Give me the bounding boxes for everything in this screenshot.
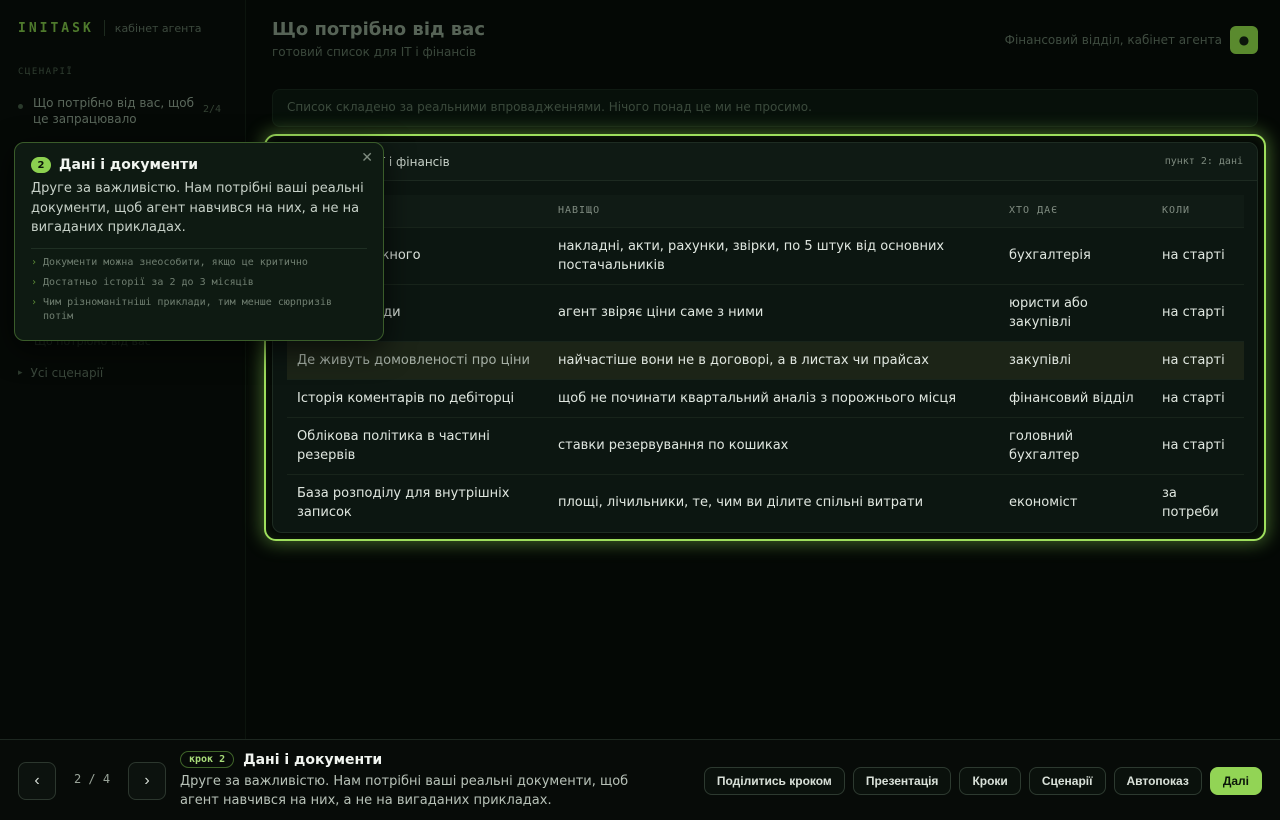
brand-divider xyxy=(103,20,105,36)
header-context-label: Фінансовий відділ, кабінет агента xyxy=(1004,33,1222,47)
tip-text: Достатньо історії за 2 до 3 місяців xyxy=(43,276,254,288)
step-info: крок 2 Дані і документи Друге за важливі… xyxy=(180,751,630,810)
tooltip-header: 2 Дані і документи xyxy=(31,157,367,173)
cell-why: щоб не починати квартальний аналіз з пор… xyxy=(548,378,999,417)
cell-who: закупівлі xyxy=(999,340,1152,379)
column-header-when: КОЛИ xyxy=(1152,195,1244,227)
next-button[interactable]: Далі xyxy=(1209,767,1262,795)
tour-bottom-bar: ‹ 2 / 4 › крок 2 Дані і документи Друге … xyxy=(0,739,1280,820)
table-row: одаткові угоди агент звіряє ціни саме з … xyxy=(287,283,1244,341)
autoplay-button[interactable]: Автопоказ xyxy=(1113,767,1202,795)
sidebar-section-label: СЦЕНАРІЇ xyxy=(18,67,74,77)
steps-button[interactable]: Кроки xyxy=(959,767,1021,795)
page-subtitle: готовий список для IT і фінансів xyxy=(272,45,477,59)
tooltip-title: Дані і документи xyxy=(59,157,199,173)
card-header: для вашого IT і фінансів пункт 2: дані xyxy=(273,143,1257,181)
cell-why: накладні, акти, рахунки, звірки, по 5 шт… xyxy=(548,226,999,284)
presentation-button[interactable]: Презентація xyxy=(852,767,952,795)
sidebar: INITASK кабінет агента СЦЕНАРІЇ Що потрі… xyxy=(0,0,246,740)
chevron-right-icon: › xyxy=(31,256,38,268)
chevron-right-icon: › xyxy=(144,772,150,789)
cell-when: за потреби xyxy=(1152,473,1244,531)
table-row: База розподілу для внутрішніх записок пл… xyxy=(287,473,1244,531)
bullet-icon xyxy=(18,104,23,109)
cell-why: агент звіряє ціни саме з ними xyxy=(548,283,999,341)
next-step-arrow-button[interactable]: › xyxy=(128,762,166,800)
cell-when: на старті xyxy=(1152,340,1244,379)
cell-who: економіст xyxy=(999,473,1152,531)
cell-why: площі, лічильники, те, чим ви ділите спі… xyxy=(548,473,999,531)
table-header-row: НАВІЩО ХТО ДАЄ КОЛИ xyxy=(287,195,1244,227)
sidebar-item-scenario[interactable]: Що потрібно від вас, щоб це запрацювало … xyxy=(18,95,232,127)
tooltip-tips-list: › Документи можна знеособити, якщо це кр… xyxy=(31,256,367,324)
table-row-highlighted: Де живуть домовленості про ціни найчасті… xyxy=(287,340,1244,379)
cell-why: ставки резервування по кошиках xyxy=(548,416,999,474)
brand: INITASK кабінет агента xyxy=(18,20,202,36)
page-title: Що потрібно від вас xyxy=(272,19,485,40)
cell-why: найчастіше вони не в договорі, а в листа… xyxy=(548,340,999,379)
info-notice: Список складено за реальними впровадженн… xyxy=(272,89,1258,127)
cell-who: бухгалтерія xyxy=(999,226,1152,284)
cell-who: юристи або закупівлі xyxy=(999,283,1152,341)
cell-item: Облікова політика в частині резервів xyxy=(287,416,548,474)
chevron-right-icon: ▸ xyxy=(18,368,23,378)
list-item: › Чим різноманітніші приклади, тим менше… xyxy=(31,296,367,324)
chevron-left-icon: ‹ xyxy=(34,772,40,789)
sidebar-all-scenarios-label: Усі сценарії xyxy=(30,366,104,380)
cell-item: Історія коментарів по дебіторці xyxy=(287,378,548,417)
tooltip-body: Друге за важливістю. Нам потрібні ваші р… xyxy=(31,181,364,235)
sidebar-all-scenarios[interactable]: ▸ Усі сценарії xyxy=(18,366,103,380)
chevron-right-icon: › xyxy=(31,276,38,288)
cell-item: Де живуть домовленості про ціни xyxy=(287,340,548,379)
list-item: › Достатньо історії за 2 до 3 місяців xyxy=(31,276,367,290)
column-header-why: НАВІЩО xyxy=(548,195,999,227)
cell-who: фінансовий відділ xyxy=(999,378,1152,417)
sidebar-item-count: 2/4 xyxy=(203,104,222,115)
table-row: Облікова політика в частині резервів ста… xyxy=(287,416,1244,474)
cell-who: головний бухгалтер xyxy=(999,416,1152,474)
cell-when: на старті xyxy=(1152,416,1244,474)
step-tooltip: 2 Дані і документи ✕ Друге за важливістю… xyxy=(14,142,384,341)
header-context-area: Фінансовий відділ, кабінет агента ● xyxy=(1005,26,1258,54)
divider xyxy=(31,247,367,249)
dot-icon: ● xyxy=(1238,33,1250,47)
tip-text: Документи можна знеособити, якщо це крит… xyxy=(43,256,308,268)
brand-subtitle: кабінет агента xyxy=(114,21,202,35)
cell-when: на старті xyxy=(1152,226,1244,284)
avatar[interactable]: ● xyxy=(1230,26,1258,54)
step-number-badge: 2 xyxy=(31,157,51,173)
chevron-right-icon: › xyxy=(31,296,38,308)
table-row: Історія коментарів по дебіторці щоб не п… xyxy=(287,378,1244,417)
requirements-table: НАВІЩО ХТО ДАЄ КОЛИ кументів кожного нак… xyxy=(287,195,1244,531)
step-title: Дані і документи xyxy=(243,751,383,768)
cell-when: на старті xyxy=(1152,378,1244,417)
tour-actions: Поділитись кроком Презентація Кроки Сцен… xyxy=(696,767,1262,795)
step-badge: крок 2 xyxy=(180,751,235,768)
card-reference: пункт 2: дані xyxy=(1164,156,1243,167)
list-item: › Документи можна знеособити, якщо це кр… xyxy=(31,256,367,270)
cell-when: на старті xyxy=(1152,283,1244,341)
tip-text: Чим різноманітніші приклади, тим менше с… xyxy=(43,296,333,322)
cell-item: База розподілу для внутрішніх записок xyxy=(287,473,548,531)
step-info-header: крок 2 Дані і документи xyxy=(180,751,630,768)
step-description: Друге за важливістю. Нам потрібні ваші р… xyxy=(180,774,629,808)
scenarios-button[interactable]: Сценарії xyxy=(1028,767,1106,795)
requirements-card: для вашого IT і фінансів пункт 2: дані Н… xyxy=(272,142,1258,533)
table-row: кументів кожного накладні, акти, рахунки… xyxy=(287,226,1244,284)
sidebar-item-label: Що потрібно від вас, щоб це запрацювало xyxy=(33,96,195,126)
previous-step-button[interactable]: ‹ xyxy=(18,762,56,800)
close-icon[interactable]: ✕ xyxy=(361,150,373,166)
column-header-who: ХТО ДАЄ xyxy=(999,195,1152,227)
brand-logo: INITASK xyxy=(18,20,94,36)
share-step-button[interactable]: Поділитись кроком xyxy=(703,767,845,795)
step-counter: 2 / 4 xyxy=(73,772,111,786)
